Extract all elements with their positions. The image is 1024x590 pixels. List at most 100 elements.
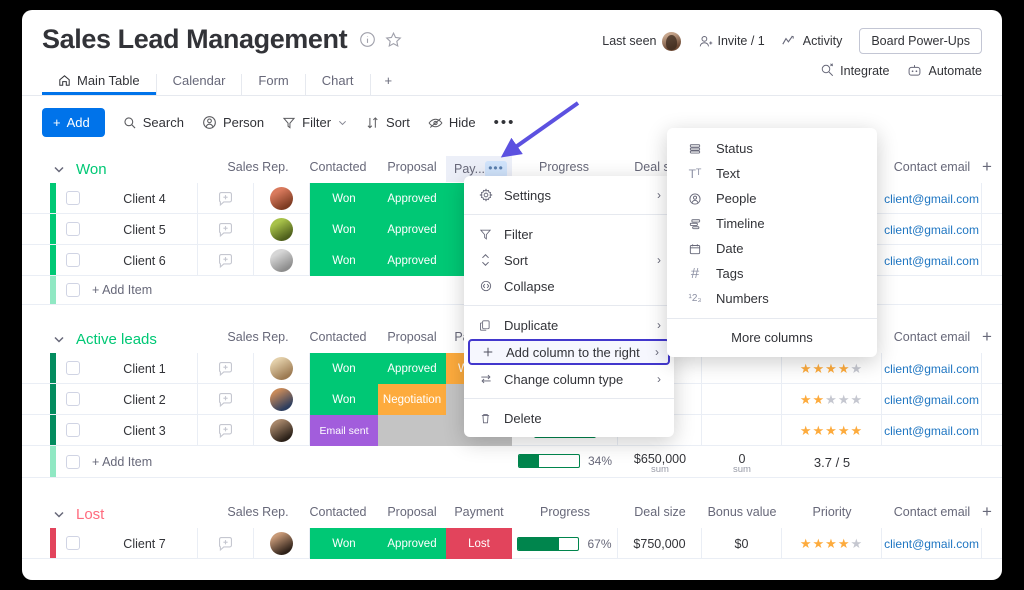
- cell-proposal[interactable]: Approved: [378, 528, 446, 559]
- cell-contacted[interactable]: Won: [310, 528, 378, 559]
- menu-item-collapse[interactable]: Collapse: [464, 273, 674, 299]
- sort-button[interactable]: Sort: [366, 115, 410, 130]
- column-type-numbers[interactable]: ¹2₃ Numbers: [667, 286, 877, 311]
- row-checkbox[interactable]: [66, 283, 80, 297]
- cell-deal-size[interactable]: $750,000: [618, 528, 702, 559]
- cell-item-name[interactable]: Client 7: [92, 528, 198, 559]
- cell-sales-rep[interactable]: [254, 214, 310, 245]
- table-row[interactable]: Client 7 Won Approved Lost 67%: [22, 528, 1002, 559]
- cell-bonus-value[interactable]: [702, 384, 782, 415]
- column-header-progress[interactable]: Progress: [512, 505, 618, 519]
- menu-item-change-column-type[interactable]: Change column type ›: [464, 366, 674, 392]
- board-power-ups-button[interactable]: Board Power-Ups: [859, 28, 982, 54]
- cell-sales-rep[interactable]: [254, 415, 310, 446]
- person-filter-button[interactable]: Person: [202, 115, 264, 130]
- add-column-button[interactable]: +: [982, 502, 992, 522]
- menu-item-add-column-to-the-right[interactable]: Add column to the right ›: [468, 339, 670, 365]
- cell-proposal[interactable]: Negotiation: [378, 384, 446, 415]
- cell-proposal[interactable]: Approved: [378, 245, 446, 276]
- cell-proposal[interactable]: Approved: [378, 353, 446, 384]
- cell-item-name[interactable]: Client 5: [92, 214, 198, 245]
- cell-item-name[interactable]: Client 4: [92, 183, 198, 214]
- row-checkbox[interactable]: [66, 536, 80, 550]
- tab-calendar[interactable]: Calendar: [157, 74, 243, 95]
- menu-item-settings[interactable]: Settings ›: [464, 182, 674, 208]
- cell-updates[interactable]: [198, 214, 254, 245]
- cell-bonus-value[interactable]: $0: [702, 528, 782, 559]
- row-checkbox[interactable]: [66, 392, 80, 406]
- cell-bonus-value[interactable]: [702, 353, 782, 384]
- more-options-button[interactable]: •••: [494, 114, 516, 131]
- menu-item-filter[interactable]: Filter: [464, 221, 674, 247]
- more-columns-button[interactable]: More columns: [667, 318, 877, 349]
- cell-contact-email[interactable]: client@gmail.com: [882, 384, 982, 415]
- cell-contacted[interactable]: Won: [310, 183, 378, 214]
- add-item-label[interactable]: + Add Item: [92, 283, 152, 297]
- cell-item-name[interactable]: Client 3: [92, 415, 198, 446]
- cell-contact-email[interactable]: client@gmail.com: [882, 528, 982, 559]
- column-header-contact-email[interactable]: Contact email: [882, 160, 982, 174]
- cell-sales-rep[interactable]: [254, 245, 310, 276]
- info-circle-icon[interactable]: [359, 31, 376, 53]
- cell-updates[interactable]: [198, 353, 254, 384]
- cell-updates[interactable]: [198, 183, 254, 214]
- column-type-text[interactable]: TT Text: [667, 161, 877, 186]
- column-type-tags[interactable]: # Tags: [667, 261, 877, 286]
- column-header-deal-size[interactable]: Deal size: [618, 505, 702, 519]
- activity-button[interactable]: Activity: [782, 34, 843, 48]
- column-header-sales-rep[interactable]: Sales Rep.: [218, 505, 298, 519]
- column-header-bonus-value[interactable]: Bonus value: [702, 505, 782, 519]
- row-checkbox[interactable]: [66, 455, 80, 469]
- cell-contacted[interactable]: Won: [310, 245, 378, 276]
- column-header-sales-rep[interactable]: Sales Rep.: [218, 160, 298, 174]
- automate-button[interactable]: Automate: [906, 63, 982, 78]
- cell-contact-email[interactable]: client@gmail.com: [882, 245, 982, 276]
- cell-updates[interactable]: [198, 415, 254, 446]
- row-checkbox[interactable]: [66, 222, 80, 236]
- cell-contacted[interactable]: Won: [310, 384, 378, 415]
- cell-sales-rep[interactable]: [254, 353, 310, 384]
- cell-proposal[interactable]: [378, 415, 446, 446]
- cell-progress[interactable]: 67%: [512, 528, 618, 559]
- cell-contacted[interactable]: Won: [310, 353, 378, 384]
- hide-button[interactable]: Hide: [428, 115, 476, 130]
- invite-button[interactable]: Invite / 1: [698, 34, 765, 49]
- cell-contact-email[interactable]: client@gmail.com: [882, 415, 982, 446]
- column-header-contacted[interactable]: Contacted: [298, 160, 378, 174]
- cell-updates[interactable]: [198, 384, 254, 415]
- add-column-button[interactable]: +: [982, 157, 992, 177]
- cell-sales-rep[interactable]: [254, 183, 310, 214]
- cell-bonus-value[interactable]: [702, 415, 782, 446]
- cell-priority[interactable]: ★★★★★: [782, 415, 882, 446]
- cell-contacted[interactable]: Won: [310, 214, 378, 245]
- column-header-proposal[interactable]: Proposal: [378, 330, 446, 344]
- menu-item-duplicate[interactable]: Duplicate ›: [464, 312, 674, 338]
- tab-main-table[interactable]: Main Table: [42, 74, 157, 95]
- add-button[interactable]: + Add: [42, 108, 105, 137]
- add-item-label[interactable]: + Add Item: [92, 455, 152, 469]
- cell-sales-rep[interactable]: [254, 384, 310, 415]
- column-header-proposal[interactable]: Proposal: [378, 505, 446, 519]
- add-item-row[interactable]: + Add Item 34% $650,000 sum 0 sum 3.7 / …: [22, 446, 1002, 478]
- last-seen[interactable]: Last seen: [602, 32, 680, 51]
- search-button[interactable]: Search: [123, 115, 184, 130]
- menu-item-sort[interactable]: Sort ›: [464, 247, 674, 273]
- column-header-contact-email[interactable]: Contact email: [882, 505, 982, 519]
- menu-item-delete[interactable]: Delete: [464, 405, 674, 431]
- cell-item-name[interactable]: Client 1: [92, 353, 198, 384]
- tab-form[interactable]: Form: [242, 74, 305, 95]
- column-header-sales-rep[interactable]: Sales Rep.: [218, 330, 298, 344]
- chevron-down-icon[interactable]: [52, 507, 66, 521]
- chevron-down-icon[interactable]: [52, 332, 66, 346]
- column-type-people[interactable]: People: [667, 186, 877, 211]
- row-checkbox[interactable]: [66, 191, 80, 205]
- cell-priority[interactable]: ★★★★★: [782, 353, 882, 384]
- cell-contact-email[interactable]: client@gmail.com: [882, 183, 982, 214]
- cell-item-name[interactable]: Client 6: [92, 245, 198, 276]
- cell-updates[interactable]: [198, 528, 254, 559]
- filter-button[interactable]: Filter: [282, 115, 348, 130]
- tab-add-view[interactable]: +: [371, 74, 407, 95]
- cell-contact-email[interactable]: client@gmail.com: [882, 353, 982, 384]
- cell-contact-email[interactable]: client@gmail.com: [882, 214, 982, 245]
- cell-proposal[interactable]: Approved: [378, 183, 446, 214]
